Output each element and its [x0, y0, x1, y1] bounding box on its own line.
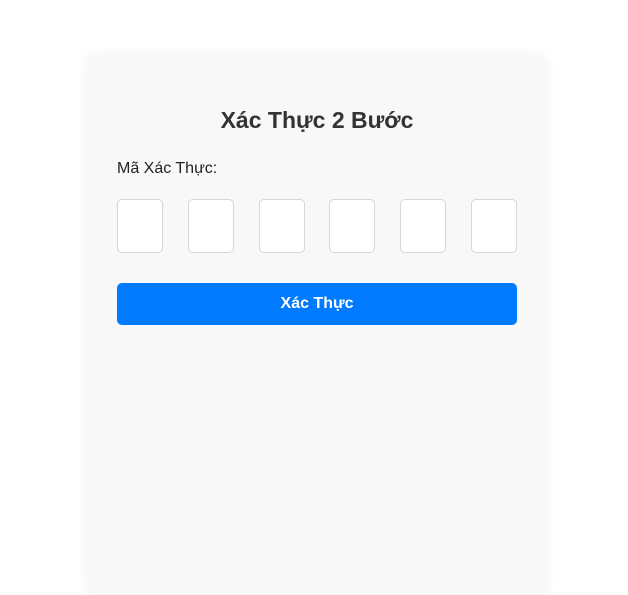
verify-button[interactable]: Xác Thực [117, 283, 517, 325]
verification-card: Xác Thực 2 Bước Mã Xác Thực: Xác Thực [87, 55, 547, 595]
otp-digit-6[interactable] [470, 199, 517, 253]
otp-digit-4[interactable] [329, 199, 376, 253]
otp-digit-3[interactable] [258, 199, 305, 253]
otp-digit-2[interactable] [187, 199, 234, 253]
code-label: Mã Xác Thực: [117, 160, 218, 177]
otp-digit-1[interactable] [117, 199, 163, 253]
otp-input-group [117, 199, 517, 253]
page-title: Xác Thực 2 Bước [220, 107, 414, 133]
otp-digit-5[interactable] [400, 199, 447, 253]
